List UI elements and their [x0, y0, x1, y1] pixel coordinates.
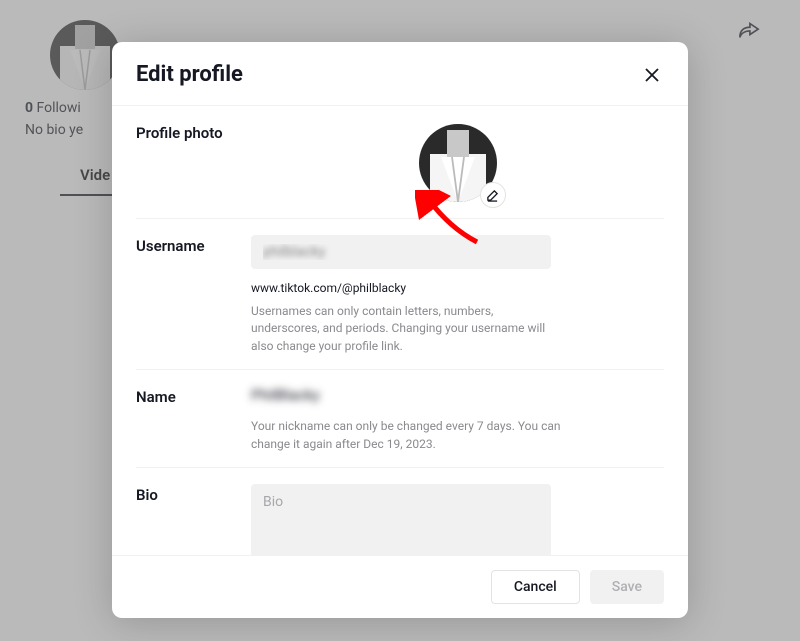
username-input[interactable]	[251, 235, 551, 269]
profile-url: www.tiktok.com/@philblacky	[251, 281, 664, 295]
name-label: Name	[136, 386, 251, 453]
username-helper: Usernames can only contain letters, numb…	[251, 303, 561, 355]
close-button[interactable]	[640, 63, 664, 87]
save-button[interactable]: Save	[590, 570, 664, 604]
profile-photo-label: Profile photo	[136, 122, 251, 204]
bio-label: Bio	[136, 484, 251, 555]
modal-title: Edit profile	[136, 62, 243, 87]
cancel-button[interactable]: Cancel	[491, 570, 580, 604]
bio-textarea[interactable]	[251, 484, 551, 555]
edit-profile-modal: Edit profile Profile photo Username	[112, 42, 688, 618]
name-value: PhilBlacky	[251, 386, 664, 404]
name-helper: Your nickname can only be changed every …	[251, 418, 561, 453]
username-label: Username	[136, 235, 251, 355]
edit-photo-button[interactable]	[480, 182, 506, 208]
